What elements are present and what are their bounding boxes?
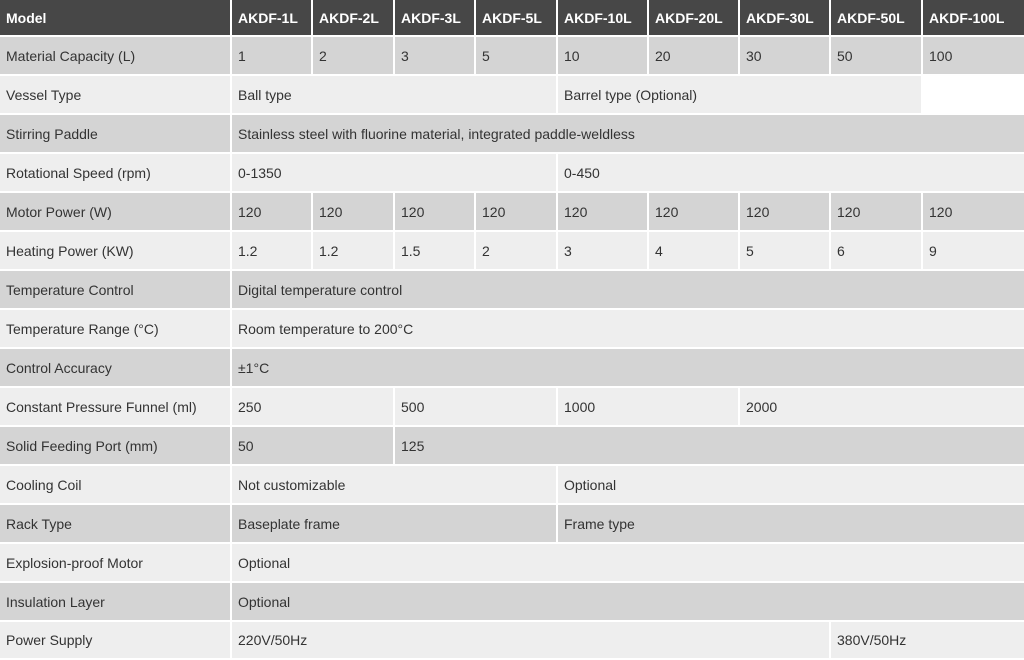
table-cell: 4: [649, 232, 740, 271]
table-cell: 120: [476, 193, 558, 232]
row-label: Solid Feeding Port (mm): [0, 427, 232, 466]
row-label: Explosion-proof Motor: [0, 544, 232, 583]
table-cell: Optional: [232, 583, 1024, 622]
table-cell: 1: [232, 37, 313, 76]
table-row: Solid Feeding Port (mm) 50 125: [0, 427, 1024, 466]
table-cell: 120: [558, 193, 649, 232]
table-cell: Frame type: [558, 505, 1024, 544]
table-row: Temperature Range (°C) Room temperature t…: [0, 310, 1024, 349]
row-label: Rotational Speed (rpm): [0, 154, 232, 193]
table-cell: Digital temperature control: [232, 271, 1024, 310]
table-cell: 50: [831, 37, 923, 76]
table-row: Power Supply 220V/50Hz 380V/50Hz: [0, 622, 1024, 660]
table-row: Control Accuracy ±1°C: [0, 349, 1024, 388]
column-header-akdf-10l: AKDF-10L: [558, 0, 649, 37]
table-row: Constant Pressure Funnel (ml) 250 500 1000 2…: [0, 388, 1024, 427]
table-cell: 5: [740, 232, 831, 271]
table-cell: 2000: [740, 388, 1024, 427]
row-label: Material Capacity (L): [0, 37, 232, 76]
column-header-akdf-100l: AKDF-100L: [923, 0, 1024, 37]
table-row: Cooling Coil Not customizable Optional: [0, 466, 1024, 505]
table-row: Material Capacity (L) 1 2 3 5 10 20 30 50 100: [0, 37, 1024, 76]
table-cell: 20: [649, 37, 740, 76]
spec-table: Model AKDF-1L AKDF-2L AKDF-3L AKDF-5L AKDF-10…: [0, 0, 1024, 660]
column-header-akdf-30l: AKDF-30L: [740, 0, 831, 37]
table-row: Insulation Layer Optional: [0, 583, 1024, 622]
column-header-akdf-1l: AKDF-1L: [232, 0, 313, 37]
header-row: Model AKDF-1L AKDF-2L AKDF-3L AKDF-5L AKDF-10…: [0, 0, 1024, 37]
table-row: Motor Power (W) 120 120 120 120 120 120 120 120 1…: [0, 193, 1024, 232]
row-label: Temperature Control: [0, 271, 232, 310]
table-cell: 120: [395, 193, 476, 232]
row-label: Stirring Paddle: [0, 115, 232, 154]
row-label: Control Accuracy: [0, 349, 232, 388]
row-label: Constant Pressure Funnel (ml): [0, 388, 232, 427]
row-label: Heating Power (KW): [0, 232, 232, 271]
table-cell: 3: [395, 37, 476, 76]
column-header-akdf-3l: AKDF-3L: [395, 0, 476, 37]
table-cell: Not customizable: [232, 466, 558, 505]
table-cell: ±1°C: [232, 349, 1024, 388]
table-cell: 2: [313, 37, 395, 76]
table-cell: 250: [232, 388, 395, 427]
table-cell: 120: [313, 193, 395, 232]
column-header-akdf-50l: AKDF-50L: [831, 0, 923, 37]
table-cell: 120: [923, 193, 1024, 232]
table-cell: 6: [831, 232, 923, 271]
table-row: Stirring Paddle Stainless steel with fluo…: [0, 115, 1024, 154]
table-cell: Optional: [558, 466, 1024, 505]
table-row: Rack Type Baseplate frame Frame type: [0, 505, 1024, 544]
table-cell: Ball type: [232, 76, 558, 115]
row-label: Vessel Type: [0, 76, 232, 115]
table-cell: 100: [923, 37, 1024, 76]
table-cell: 0-1350: [232, 154, 558, 193]
table-cell: 380V/50Hz: [831, 622, 1024, 660]
column-header-akdf-5l: AKDF-5L: [476, 0, 558, 37]
column-header-akdf-20l: AKDF-20L: [649, 0, 740, 37]
table-cell: 1.2: [313, 232, 395, 271]
table-cell: 5: [476, 37, 558, 76]
table-cell: 30: [740, 37, 831, 76]
table-cell: Stainless steel with fluorine material, …: [232, 115, 1024, 154]
table-row: Vessel Type Ball type Barrel type (Optiona…: [0, 76, 1024, 115]
row-label: Motor Power (W): [0, 193, 232, 232]
table-cell: 3: [558, 232, 649, 271]
column-header-model: Model: [0, 0, 232, 37]
row-label: Power Supply: [0, 622, 232, 660]
table-cell: 1000: [558, 388, 740, 427]
table-row: Rotational Speed (rpm) 0-1350 0-450: [0, 154, 1024, 193]
row-label: Insulation Layer: [0, 583, 232, 622]
table-cell: 1.5: [395, 232, 476, 271]
table-cell: 2: [476, 232, 558, 271]
table-row: Temperature Control Digital temperature c…: [0, 271, 1024, 310]
table-cell: Baseplate frame: [232, 505, 558, 544]
table-cell: 120: [649, 193, 740, 232]
table-body: Material Capacity (L) 1 2 3 5 10 20 30 50 100 Vess…: [0, 37, 1024, 660]
table-cell: 220V/50Hz: [232, 622, 831, 660]
table-cell: 125: [395, 427, 1024, 466]
table-cell: Room temperature to 200°C: [232, 310, 1024, 349]
table-cell: 500: [395, 388, 558, 427]
table-cell: 0-450: [558, 154, 1024, 193]
table-cell: 120: [831, 193, 923, 232]
table-row: Explosion-proof Motor Optional: [0, 544, 1024, 583]
empty-cell: [923, 76, 1024, 115]
table-cell: 50: [232, 427, 395, 466]
table-cell: 9: [923, 232, 1024, 271]
table-cell: 120: [232, 193, 313, 232]
row-label: Rack Type: [0, 505, 232, 544]
table-cell: Barrel type (Optional): [558, 76, 923, 115]
table-cell: 1.2: [232, 232, 313, 271]
table-cell: 120: [740, 193, 831, 232]
table-row: Heating Power (KW) 1.2 1.2 1.5 2 3 4 5 6 9: [0, 232, 1024, 271]
table-cell: 10: [558, 37, 649, 76]
column-header-akdf-2l: AKDF-2L: [313, 0, 395, 37]
row-label: Cooling Coil: [0, 466, 232, 505]
table-cell: Optional: [232, 544, 1024, 583]
row-label: Temperature Range (°C): [0, 310, 232, 349]
